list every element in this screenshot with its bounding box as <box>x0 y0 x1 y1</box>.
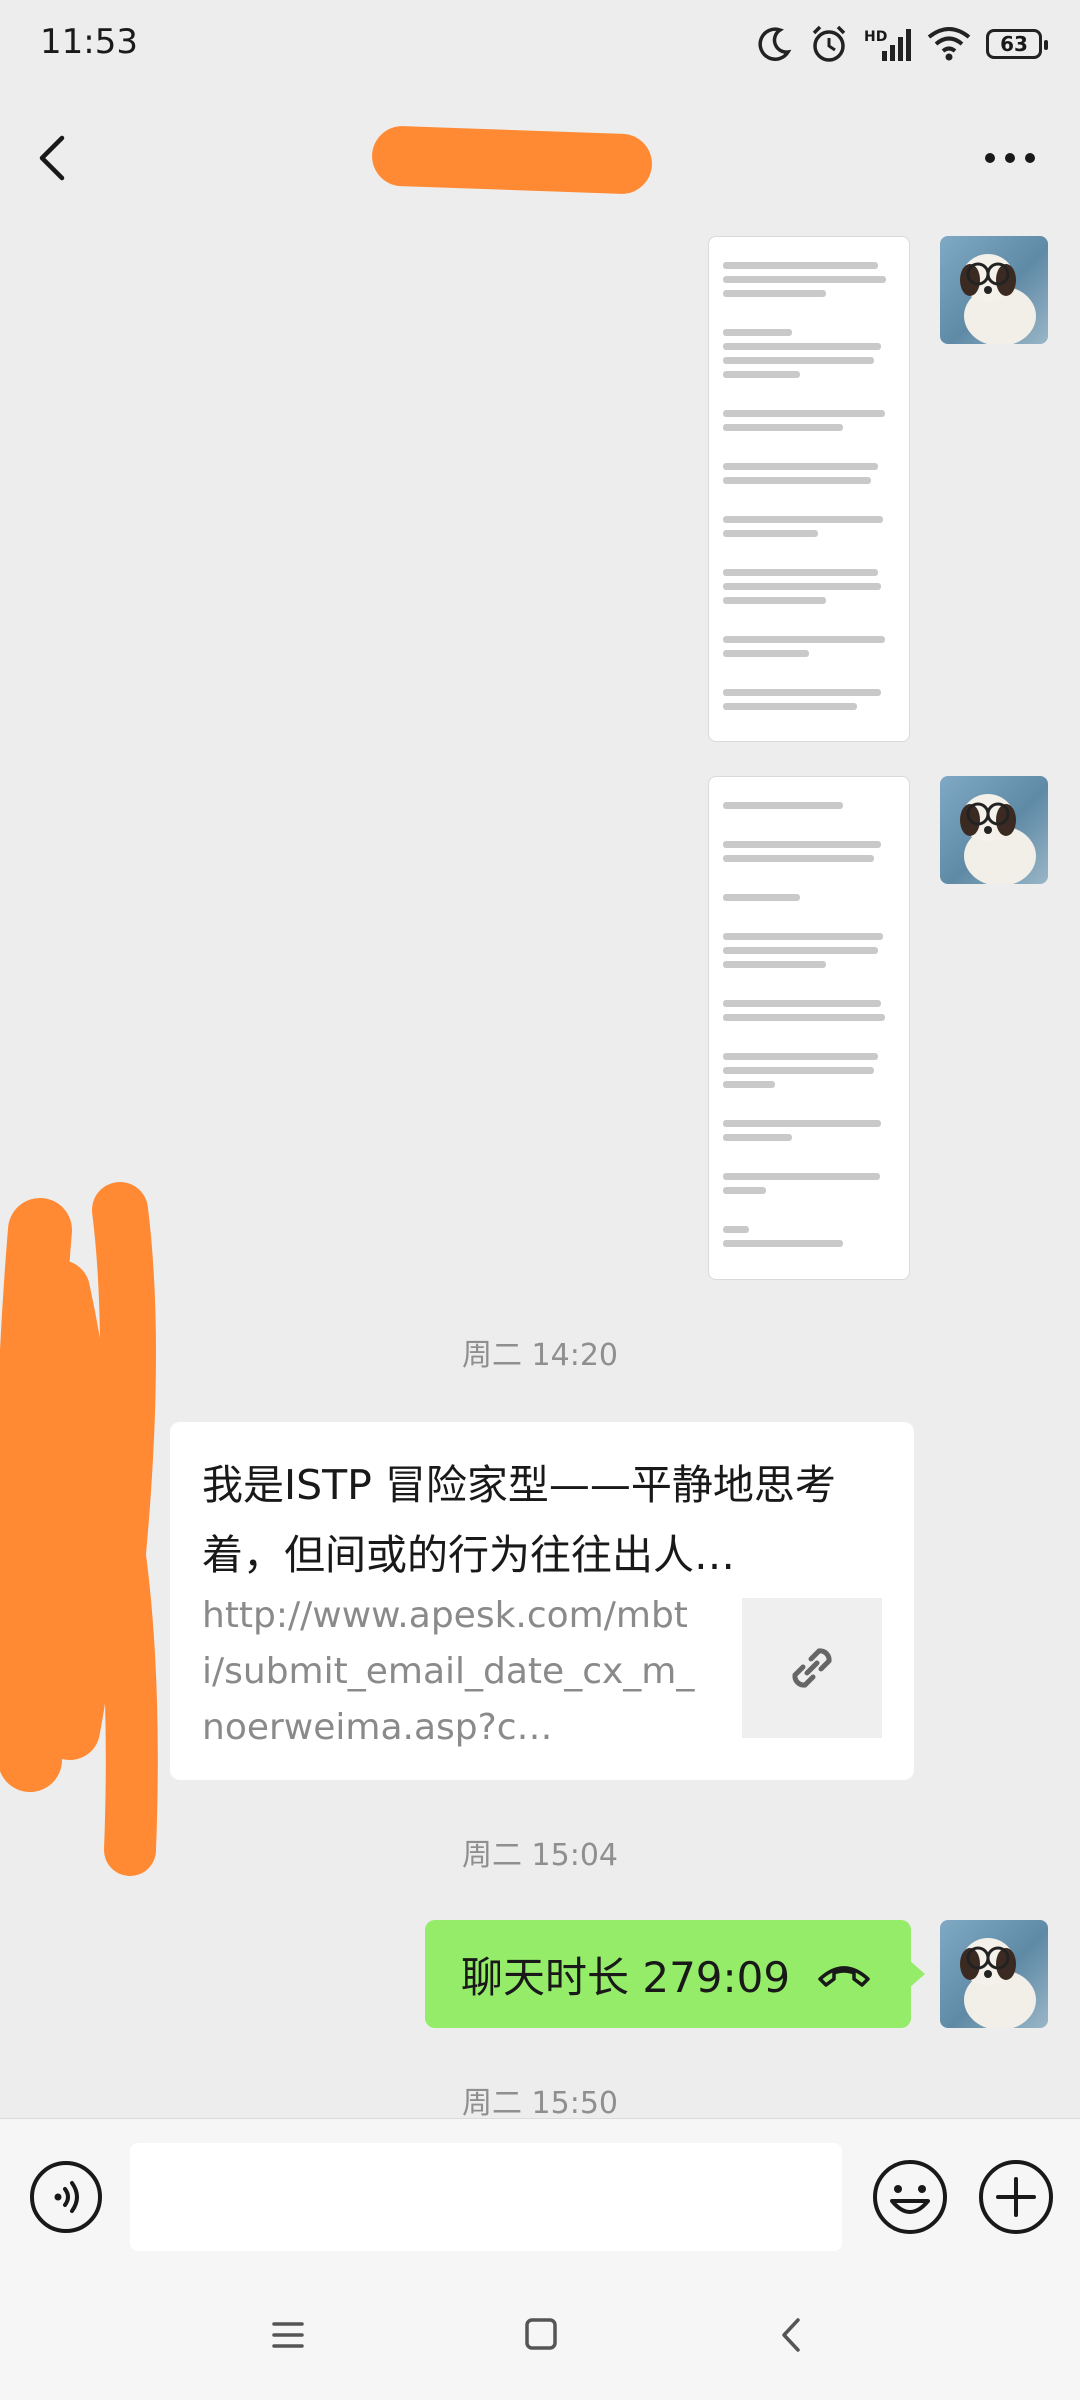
link-icon <box>792 1648 832 1688</box>
call-duration-text: 聊天时长 279:09 <box>461 1952 791 2002</box>
dog-avatar-icon <box>960 1938 1036 2028</box>
self-avatar[interactable] <box>940 1920 1048 2028</box>
message-input[interactable] <box>130 2143 842 2251</box>
plus-icon <box>979 2160 1053 2234</box>
link-title: 我是ISTP 冒险家型——平静地思考着，但间或的行为往往出人… <box>202 1461 836 1579</box>
message-timestamp: 周二 15:50 <box>462 2086 618 2121</box>
call-record-message[interactable]: 聊天时长 279:09 <box>425 1920 925 2028</box>
dog-avatar-icon <box>960 794 1036 884</box>
nav-menu-button[interactable] <box>258 2310 318 2360</box>
voice-icon <box>30 2161 102 2233</box>
status-icons: HD 63 <box>754 18 1048 70</box>
more-button[interactable] <box>980 138 1040 178</box>
menu-icon <box>272 2322 304 2348</box>
redaction-mark <box>0 1170 175 1890</box>
home-square-icon <box>525 2318 557 2350</box>
nav-home-button[interactable] <box>510 2310 570 2360</box>
status-time: 11:53 <box>40 22 138 62</box>
alarm-icon <box>812 25 846 62</box>
signal-icon: HD <box>864 23 912 65</box>
nav-back-button[interactable] <box>762 2310 822 2360</box>
chevron-left-icon <box>39 135 65 181</box>
self-avatar[interactable] <box>940 236 1048 344</box>
wifi-icon <box>927 27 971 61</box>
voice-button[interactable] <box>28 2159 104 2235</box>
input-bar <box>0 2118 1080 2271</box>
redaction-mark <box>371 125 653 195</box>
chevron-left-icon <box>782 2318 800 2352</box>
more-dots-icon <box>985 153 1035 163</box>
battery-indicator: 63 <box>986 29 1048 59</box>
self-avatar[interactable] <box>940 776 1048 884</box>
emoji-button[interactable] <box>870 2157 950 2237</box>
plus-button[interactable] <box>976 2157 1056 2237</box>
moon-icon <box>758 27 792 61</box>
image-message[interactable] <box>708 236 910 742</box>
image-message[interactable] <box>708 776 910 1280</box>
link-card-message[interactable]: 我是ISTP 冒险家型——平静地思考着，但间或的行为往往出人… http://w… <box>170 1422 914 1780</box>
back-button[interactable] <box>28 130 84 186</box>
status-bar: 11:53 HD 63 <box>0 0 1080 88</box>
link-url: http://www.apesk.com/mbti/submit_email_d… <box>202 1595 695 1748</box>
phone-hangup-icon <box>818 1966 870 1987</box>
dog-avatar-icon <box>960 254 1036 344</box>
message-timestamp: 周二 15:04 <box>462 1838 618 1873</box>
system-nav-bar <box>0 2270 1080 2400</box>
emoji-icon <box>873 2160 947 2234</box>
link-thumbnail <box>742 1598 882 1738</box>
chat-header <box>0 88 1080 226</box>
